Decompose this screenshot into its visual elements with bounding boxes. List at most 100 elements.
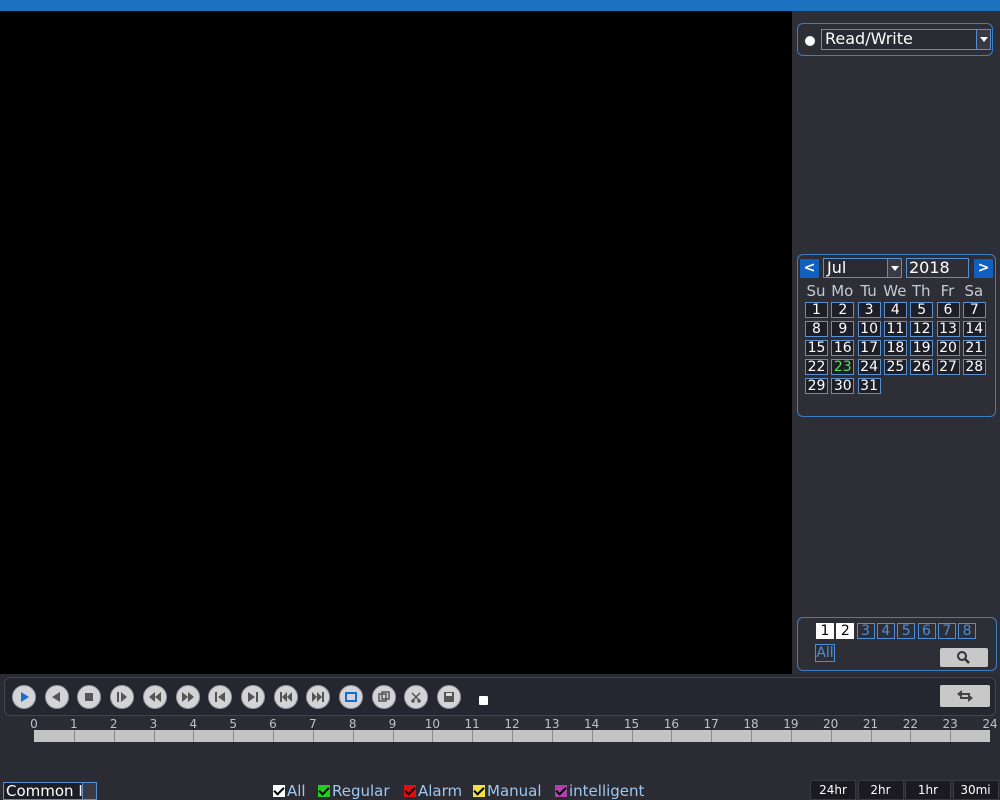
calendar-day[interactable]: 15 [805, 340, 828, 356]
timeline-tick [432, 730, 434, 742]
play-button[interactable] [12, 685, 36, 709]
sync-button[interactable] [940, 685, 990, 707]
next-file-button[interactable] [306, 685, 331, 709]
filter-label: All [287, 782, 306, 800]
calendar-day[interactable]: 14 [962, 321, 986, 337]
calendar-day[interactable]: 11 [883, 321, 907, 337]
fast-backward-button[interactable] [142, 685, 167, 709]
calendar-day[interactable]: 6 [936, 302, 960, 318]
timeline-hour-label: 24 [982, 717, 998, 731]
calendar-day[interactable]: 25 [883, 359, 907, 375]
calendar-day[interactable]: 7 [962, 302, 986, 318]
channel-7-button[interactable]: 7 [937, 623, 956, 639]
year-input[interactable]: 2018 [906, 258, 969, 278]
channel-6-button[interactable]: 6 [917, 623, 936, 639]
calendar-day[interactable]: 2 [831, 302, 855, 318]
chevron-down-icon[interactable] [976, 30, 990, 49]
channel-1-button[interactable]: 1 [816, 623, 834, 639]
timeline-hour-label: 14 [584, 717, 600, 731]
calendar-day[interactable]: 1 [805, 302, 828, 318]
timeline-hour-label: 23 [942, 717, 958, 731]
next-frame-icon [247, 692, 258, 702]
next-file-icon [312, 692, 325, 702]
previous-file-button[interactable] [273, 685, 298, 709]
calendar-day[interactable]: 21 [962, 340, 986, 356]
chevron-down-icon[interactable] [887, 259, 901, 277]
clip-button[interactable] [404, 685, 429, 709]
save-button[interactable] [437, 685, 462, 709]
channel-4-button[interactable]: 4 [876, 623, 895, 639]
stop-button[interactable] [77, 685, 102, 709]
previous-frame-button[interactable] [208, 685, 233, 709]
timeline-hour-label: 19 [783, 717, 799, 731]
calendar-day[interactable]: 4 [883, 302, 907, 318]
chevron-down-icon[interactable] [82, 783, 96, 799]
filter-alarm[interactable]: Alarm [404, 782, 462, 800]
checkbox-icon[interactable] [404, 784, 416, 797]
view-mode-select[interactable]: Common I [3, 782, 97, 800]
fast-backward-icon [148, 692, 161, 702]
calendar-day[interactable]: 19 [910, 340, 934, 356]
filter-regular[interactable]: Regular [318, 782, 390, 800]
next-frame-button[interactable] [240, 685, 265, 709]
timeline-bar[interactable] [34, 730, 990, 742]
title-bar [0, 0, 1000, 11]
calendar-day[interactable]: 10 [857, 321, 881, 337]
calendar-day[interactable]: 8 [805, 321, 828, 337]
mode-radio[interactable] [805, 36, 815, 46]
timeline-tick [153, 730, 155, 742]
prev-month-button[interactable]: < [800, 259, 819, 278]
play-icon [21, 692, 29, 702]
fullscreen-button[interactable] [371, 685, 396, 709]
calendar-day[interactable]: 31 [857, 378, 881, 394]
zoom-1hr-button[interactable]: 1hr [905, 780, 951, 800]
calendar-day[interactable]: 12 [910, 321, 934, 337]
timeline-hour-label: 13 [544, 717, 560, 731]
channel-5-button[interactable]: 5 [897, 623, 916, 639]
search-button[interactable] [940, 648, 988, 667]
reverse-play-button[interactable] [44, 685, 69, 709]
calendar-day[interactable]: 29 [805, 378, 828, 394]
calendar-day[interactable]: 3 [857, 302, 881, 318]
calendar-day[interactable]: 9 [831, 321, 855, 337]
calendar-day[interactable]: 16 [831, 340, 855, 356]
calendar-day[interactable]: 13 [936, 321, 960, 337]
zoom-24hr-button[interactable]: 24hr [810, 780, 856, 800]
mode-select[interactable]: Read/Write [821, 29, 991, 50]
filter-intelligent[interactable]: intelligent [555, 782, 644, 800]
checkbox-icon[interactable] [318, 784, 330, 797]
calendar-day[interactable]: 24 [857, 359, 881, 375]
channel-3-button[interactable]: 3 [856, 623, 875, 639]
channel-all-button[interactable]: All [815, 644, 835, 662]
timeline-tick [870, 730, 872, 742]
next-month-button[interactable]: > [974, 259, 993, 278]
calendar-day[interactable]: 5 [910, 302, 934, 318]
timeline-hour-label: 9 [388, 717, 397, 731]
zoom-30mi-button[interactable]: 30mi [952, 780, 999, 800]
checkbox-icon[interactable] [555, 784, 567, 797]
calendar-day[interactable]: 30 [831, 378, 855, 394]
calendar-day[interactable]: 17 [857, 340, 881, 356]
channel-8-button[interactable]: 8 [958, 623, 977, 639]
channel-2-button[interactable]: 2 [836, 623, 855, 639]
filter-all[interactable]: All [273, 782, 306, 800]
calendar-day[interactable]: 26 [910, 359, 934, 375]
checkbox-icon[interactable] [273, 784, 285, 797]
video-playback-area[interactable] [0, 11, 792, 674]
month-select[interactable]: Jul [823, 258, 902, 278]
zoom-2hr-button[interactable]: 2hr [857, 780, 904, 800]
timeline-hour-label: 21 [862, 717, 879, 731]
calendar-day[interactable]: 23 [831, 359, 855, 375]
loop-button[interactable] [339, 685, 363, 709]
timeline-tick [671, 730, 673, 742]
calendar-day[interactable]: 28 [962, 359, 986, 375]
fast-forward-button[interactable] [175, 685, 200, 709]
filter-manual[interactable]: Manual [473, 782, 542, 800]
calendar-day[interactable]: 18 [883, 340, 907, 356]
calendar-day[interactable]: 27 [936, 359, 960, 375]
calendar-day[interactable]: 20 [936, 340, 960, 356]
checkbox-icon[interactable] [473, 784, 485, 797]
timeline-tick [790, 730, 792, 742]
calendar-day[interactable]: 22 [805, 359, 828, 375]
slow-play-button[interactable] [110, 685, 135, 709]
